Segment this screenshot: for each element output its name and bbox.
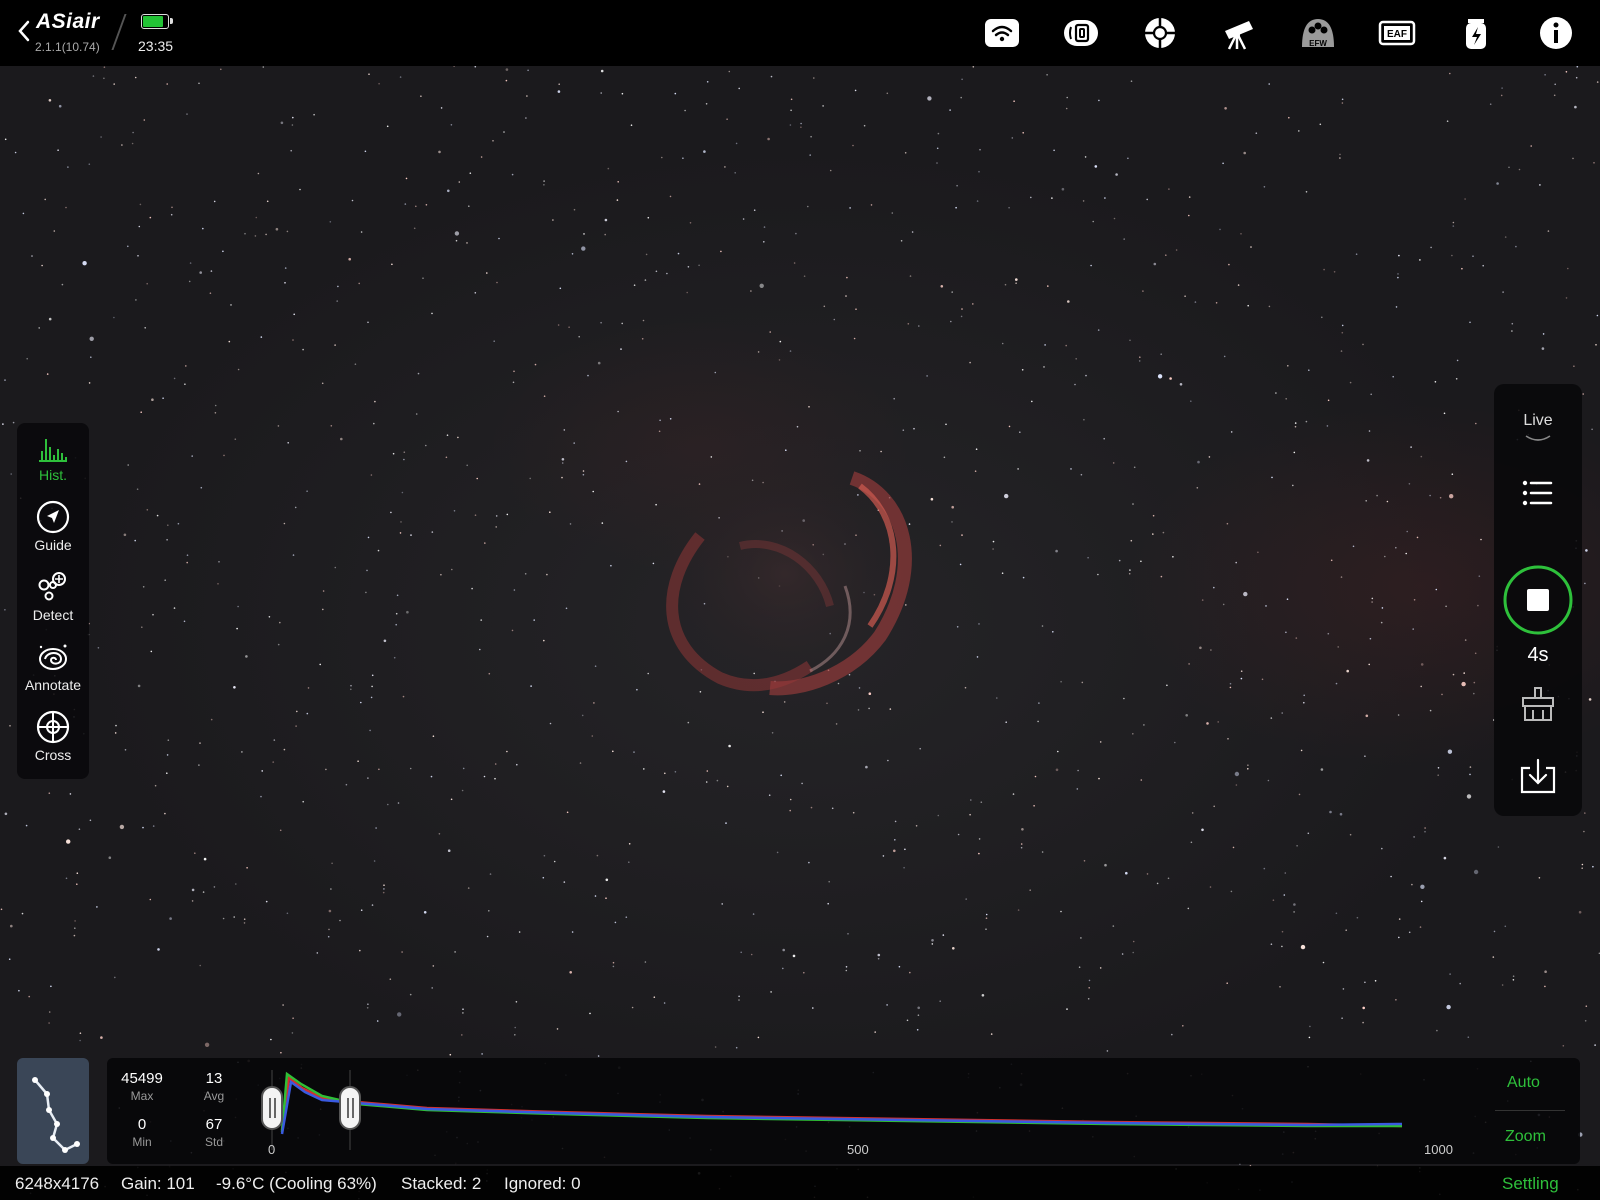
tool-annotate[interactable]: Annotate: [17, 633, 89, 703]
app-version: 2.1.1(10.74): [35, 40, 100, 54]
auto-stretch-button[interactable]: Auto: [1507, 1074, 1540, 1092]
histogram-icon: [39, 439, 67, 462]
histogram-graph: [271, 1070, 1403, 1150]
white-point-slider[interactable]: [339, 1086, 361, 1130]
mode-label[interactable]: Live: [1494, 412, 1582, 430]
tool-label: Annotate: [24, 677, 82, 693]
axis-tick-500: 500: [847, 1142, 869, 1157]
crescent-nebula: [655, 462, 915, 696]
tool-label: Hist.: [39, 467, 67, 483]
black-point-slider[interactable]: [261, 1086, 283, 1130]
stars-icon: [38, 572, 66, 601]
tool-label: Guide: [34, 537, 72, 553]
hist-curve-red: [280, 1075, 1403, 1131]
eaf-text: EAF: [1387, 29, 1407, 40]
histogram-panel: 45499 Max 13 Avg 0 Min 67 Std 0 500 1000…: [107, 1058, 1580, 1164]
clear-icon[interactable]: [1513, 680, 1563, 730]
tool-guide[interactable]: Guide: [17, 493, 89, 563]
tool-detect[interactable]: Detect: [17, 563, 89, 633]
tool-cross[interactable]: Cross: [17, 703, 89, 773]
chevron-down-icon[interactable]: [1524, 434, 1552, 444]
constellation-icon: [32, 1077, 80, 1153]
axis-tick-0: 0: [268, 1142, 276, 1157]
battery-icon: [141, 14, 173, 29]
save-icon[interactable]: [1513, 752, 1563, 802]
live-image-view[interactable]: [0, 66, 1600, 1200]
filter-wheel-icon[interactable]: EFW: [1298, 13, 1338, 53]
power-icon[interactable]: [1456, 13, 1496, 53]
back-chevron-icon[interactable]: [14, 18, 34, 44]
exposure-time[interactable]: 4s: [1494, 644, 1582, 667]
ignored-count: Ignored: 0: [504, 1174, 581, 1193]
galaxy-icon: [39, 644, 67, 670]
divider: [111, 14, 127, 50]
axis-tick-1000: 1000: [1424, 1142, 1453, 1157]
list-icon[interactable]: [1513, 468, 1563, 518]
tool-label: Cross: [34, 747, 72, 763]
zoom-button[interactable]: Zoom: [1505, 1128, 1546, 1146]
wifi-icon[interactable]: [982, 13, 1022, 53]
stacked-count: Stacked: 2: [401, 1174, 482, 1193]
sky-map-thumbnail[interactable]: [17, 1058, 89, 1164]
capture-panel: Live 4s: [1494, 384, 1582, 816]
status-bar: 6248x4176 Gain: 101 -9.6°C (Cooling 63%)…: [0, 1166, 1600, 1200]
telescope-icon[interactable]: [1219, 13, 1259, 53]
divider: [1495, 1110, 1565, 1111]
tool-histogram[interactable]: Hist.: [17, 423, 89, 493]
camera-gain: Gain: 101: [121, 1174, 195, 1193]
efw-text: EFW: [1309, 39, 1327, 48]
compass-icon: [36, 500, 70, 534]
clock-time: 23:35: [138, 38, 174, 54]
crosshair-icon: [36, 710, 70, 744]
info-icon[interactable]: [1536, 13, 1576, 53]
camera-icon[interactable]: [1061, 13, 1101, 53]
settling-status[interactable]: Settling: [1502, 1174, 1559, 1194]
sensor-temperature: -9.6°C (Cooling 63%): [216, 1174, 377, 1193]
stop-capture-button[interactable]: [1502, 564, 1574, 636]
image-resolution: 6248x4176: [15, 1174, 100, 1193]
left-tool-palette: Hist. Guide Detect Annotate Cross: [17, 423, 89, 779]
app-logo: ASiair: [36, 10, 100, 33]
tool-label: Detect: [32, 607, 74, 623]
starfield: [0, 66, 1600, 1200]
guide-scope-icon[interactable]: [1140, 13, 1180, 53]
focuser-icon[interactable]: EAF: [1377, 13, 1417, 53]
top-bar: ASiair 2.1.1(10.74) 23:35 EFW EAF: [0, 0, 1600, 66]
